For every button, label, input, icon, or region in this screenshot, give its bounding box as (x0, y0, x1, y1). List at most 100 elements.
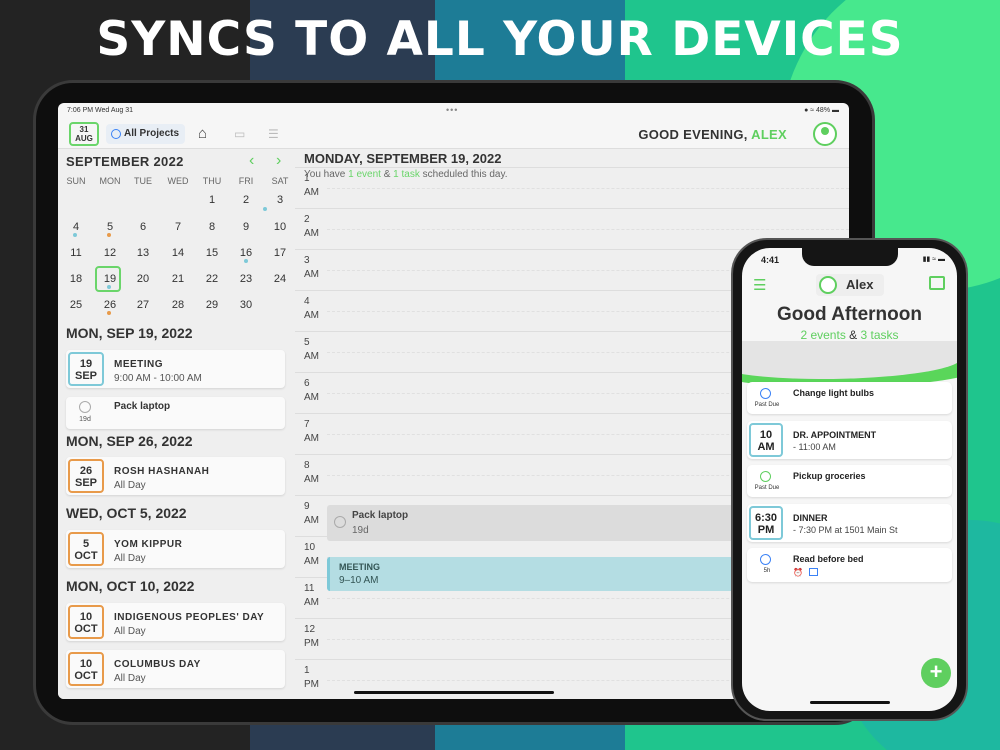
calendar-day[interactable]: 24 (263, 273, 297, 285)
status-battery: ● ≈ 48% ▬ (804, 107, 839, 114)
calendar-day[interactable]: 4 (59, 221, 93, 233)
task-title: Read before bed (793, 554, 864, 564)
calendar-day[interactable]: 2 (229, 194, 263, 206)
calendar-day[interactable]: 11 (59, 247, 93, 259)
calendar-day[interactable]: 27 (126, 299, 160, 311)
calendar-icon[interactable] (929, 276, 945, 290)
task-check-icon[interactable] (760, 388, 771, 399)
phone-event[interactable]: 10 AM DR. APPOINTMENT - 11:00 AM (747, 421, 952, 459)
calendar-day[interactable]: 18 (59, 273, 93, 285)
calendar-day[interactable]: 12 (93, 247, 127, 259)
calendar-day[interactable]: 25 (59, 299, 93, 311)
calendar-day[interactable]: 26 (93, 299, 127, 311)
calendar-day[interactable]: 6 (126, 221, 160, 233)
month-title: SEPTEMBER 2022 (66, 154, 184, 169)
task-check-icon[interactable] (760, 471, 771, 482)
task-title: Pickup groceries (793, 471, 866, 481)
event-subtitle: All Day (114, 480, 146, 491)
task-status: 5h (763, 568, 771, 574)
event-dot (263, 207, 267, 211)
task-status: Past Due (754, 485, 780, 491)
hour-label: 10 AM (304, 542, 319, 567)
hour-label: 4 AM (304, 296, 319, 321)
task-block-title: Pack laptop (352, 510, 409, 521)
calendar-day[interactable]: 30 (229, 299, 263, 311)
hour-label: 9 AM (304, 501, 319, 526)
agenda-event[interactable]: 10 OCT INDIGENOUS PEOPLES' DAY All Day (66, 603, 285, 641)
calendar-view-icon[interactable]: ▭ (234, 127, 245, 141)
calendar-day[interactable]: 13 (126, 247, 160, 259)
phone-screen: 4:41 ▮▮ ≈ ▬ ☰ Alex Good Afternoon 2 even… (742, 248, 957, 711)
greeting-prefix: GOOD EVENING, (638, 127, 748, 142)
avatar[interactable] (813, 122, 837, 146)
calendar-day[interactable]: 17 (263, 247, 297, 259)
event-title: MEETING (114, 359, 164, 370)
status-time: 7:06 PM Wed Aug 31 (67, 107, 134, 114)
menu-icon[interactable]: ☰ (753, 276, 766, 294)
agenda-task[interactable]: 19d Pack laptop (66, 397, 285, 429)
greeting: GOOD EVENING, ALEX (638, 127, 787, 142)
home-indicator (354, 691, 554, 694)
task-check-icon[interactable] (760, 554, 771, 565)
calendar-day[interactable]: 10 (263, 221, 297, 233)
hour-row[interactable]: 1 AM (295, 167, 849, 208)
task-block-due: 19d (352, 525, 369, 536)
left-column: SEPTEMBER 2022 ‹ › SUN MON TUE WED THU FRI SAT… (58, 149, 295, 699)
event-title: DINNER (793, 513, 828, 523)
day-title: MONDAY, SEPTEMBER 19, 2022 (304, 151, 502, 166)
agenda-event[interactable]: 19 SEP MEETING 9:00 AM - 10:00 AM (66, 350, 285, 388)
task-check-icon[interactable] (334, 516, 346, 528)
calendar-day[interactable]: 20 (126, 273, 160, 285)
phone-task[interactable]: Past Due Change light bulbs (747, 382, 952, 414)
event-subtitle: All Day (114, 673, 146, 684)
calendar-day[interactable]: 3 (263, 194, 297, 206)
list-view-icon[interactable]: ☰ (268, 127, 279, 141)
task-due: 19d (79, 416, 91, 423)
task-title: Pack laptop (114, 401, 171, 412)
calendar-small-icon (809, 568, 818, 576)
add-button[interactable]: + (921, 658, 951, 688)
calendar-day[interactable]: 9 (229, 221, 263, 233)
today-month: AUG (75, 134, 93, 143)
today-day: 31 (79, 125, 89, 134)
calendar-day[interactable]: 28 (161, 299, 195, 311)
event-date-badge: 19 SEP (68, 352, 104, 386)
calendar-day[interactable]: 5 (93, 221, 127, 233)
calendar-day[interactable]: 23 (229, 273, 263, 285)
all-projects-button[interactable]: All Projects (106, 124, 186, 144)
agenda-date-heading: WED, OCT 5, 2022 (66, 505, 187, 521)
event-title: INDIGENOUS PEOPLES' DAY (114, 612, 265, 623)
agenda-event[interactable]: 10 OCT COLUMBUS DAY All Day (66, 650, 285, 688)
phone-task[interactable]: 5h Read before bed ⏰ (747, 548, 952, 582)
event-title: ROSH HASHANAH (114, 466, 210, 477)
selected-day-highlight (95, 266, 121, 292)
calendar-day[interactable]: 1 (195, 194, 229, 206)
calendar-day[interactable]: 22 (195, 273, 229, 285)
calendar-day[interactable]: 15 (195, 247, 229, 259)
calendar-day[interactable]: 21 (161, 273, 195, 285)
phone-avatar (819, 276, 837, 294)
home-icon[interactable]: ⌂ (198, 125, 207, 142)
calendar-day[interactable]: 16 (229, 247, 263, 259)
event-dot (73, 233, 77, 237)
calendar-day[interactable]: 29 (195, 299, 229, 311)
hour-label: 2 AM (304, 214, 319, 239)
hour-label: 1 AM (304, 173, 319, 198)
event-subtitle: 9:00 AM - 10:00 AM (114, 373, 202, 384)
chevron-right-icon[interactable]: › (276, 152, 281, 170)
chevron-left-icon[interactable]: ‹ (249, 152, 254, 170)
calendar-day[interactable]: 8 (195, 221, 229, 233)
multitask-dots[interactable]: ••• (446, 105, 458, 115)
calendar-day[interactable]: 7 (161, 221, 195, 233)
event-date-badge: 10 OCT (68, 605, 104, 639)
event-dot (244, 259, 248, 263)
phone-event[interactable]: 6:30 PM DINNER - 7:30 PM at 1501 Main St (747, 504, 952, 542)
agenda-event[interactable]: 26 SEP ROSH HASHANAH All Day (66, 457, 285, 495)
event-block-title: MEETING (339, 562, 381, 572)
phone-task[interactable]: Past Due Pickup groceries (747, 465, 952, 497)
agenda-event[interactable]: 5 OCT YOM KIPPUR All Day (66, 530, 285, 568)
task-check-icon[interactable] (79, 401, 91, 413)
user-chip[interactable]: Alex (816, 274, 884, 296)
calendar-day[interactable]: 14 (161, 247, 195, 259)
today-date-button[interactable]: 31 AUG (69, 122, 99, 146)
